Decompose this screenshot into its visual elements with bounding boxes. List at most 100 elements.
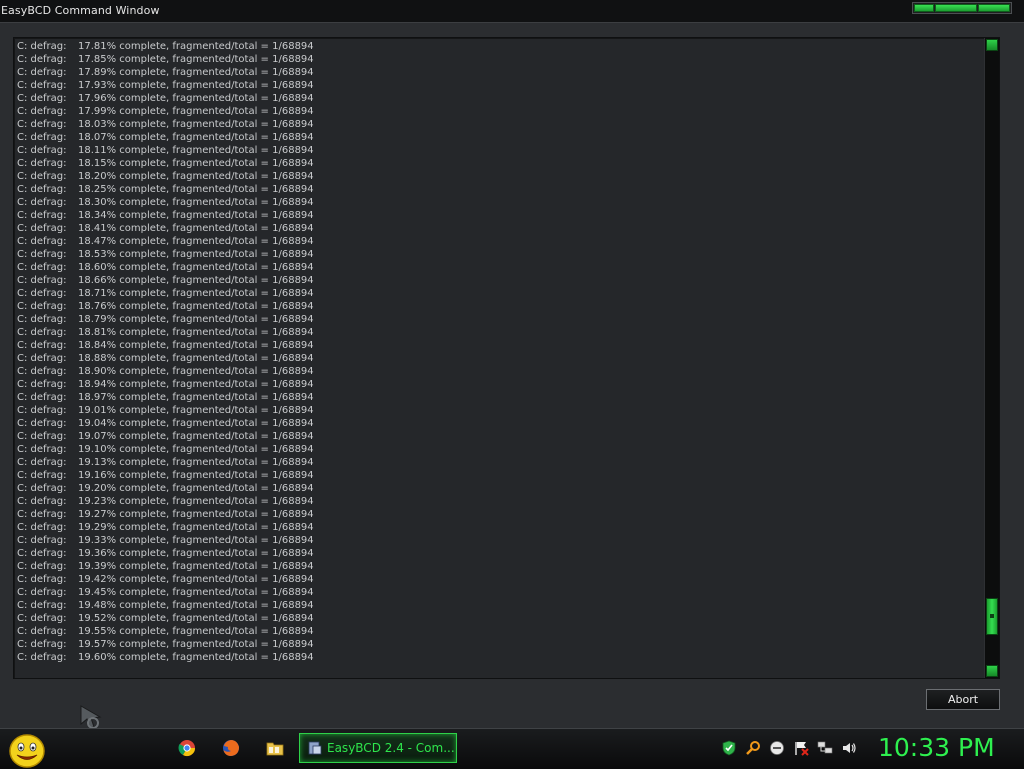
console-line: C: defrag: 18.71% complete, fragmented/to… <box>17 287 314 300</box>
scroll-thumb[interactable] <box>986 598 998 636</box>
vertical-scrollbar[interactable] <box>984 38 999 678</box>
console-line-text: 19.27% complete, fragmented/total = 1/68… <box>78 509 314 520</box>
minimize-button[interactable] <box>914 4 934 12</box>
console-line-text: 19.16% complete, fragmented/total = 1/68… <box>78 470 314 481</box>
console-lines: C: defrag: 17.81% complete, fragmented/to… <box>17 40 314 664</box>
console-line-text: 19.13% complete, fragmented/total = 1/68… <box>78 457 314 468</box>
taskbar: EasyBCD 2.4 - Com... 10:33 PM <box>0 728 1024 769</box>
window-title: EasyBCD Command Window <box>1 4 160 17</box>
console-line-text: 18.84% complete, fragmented/total = 1/68… <box>78 340 314 351</box>
title-bar[interactable]: EasyBCD Command Window <box>0 0 1024 23</box>
scroll-up-button[interactable] <box>986 39 998 51</box>
clock[interactable]: 10:33 PM <box>878 733 995 762</box>
shield-icon[interactable] <box>721 740 737 756</box>
console-line-text: 19.04% complete, fragmented/total = 1/68… <box>78 418 314 429</box>
firefox-icon[interactable] <box>222 739 240 757</box>
console-line: C: defrag: 18.76% complete, fragmented/to… <box>17 300 314 313</box>
maximize-button[interactable] <box>935 4 977 12</box>
console-line-drive: C: defrag: <box>17 106 67 117</box>
console-line-drive: C: defrag: <box>17 379 67 390</box>
console-line: C: defrag: 19.60% complete, fragmented/to… <box>17 651 314 664</box>
console-line-text: 19.60% complete, fragmented/total = 1/68… <box>78 652 314 663</box>
console-line: C: defrag: 18.41% complete, fragmented/to… <box>17 222 314 235</box>
console-line-text: 18.03% complete, fragmented/total = 1/68… <box>78 119 314 130</box>
console-line-drive: C: defrag: <box>17 80 67 91</box>
console-line-text: 18.97% complete, fragmented/total = 1/68… <box>78 392 314 403</box>
console-line: C: defrag: 18.34% complete, fragmented/to… <box>17 209 314 222</box>
close-button[interactable] <box>978 4 1010 12</box>
console-line-drive: C: defrag: <box>17 496 67 507</box>
console-line-drive: C: defrag: <box>17 548 67 559</box>
console-line-drive: C: defrag: <box>17 314 67 325</box>
console-line: C: defrag: 19.23% complete, fragmented/to… <box>17 495 314 508</box>
console-line-drive: C: defrag: <box>17 392 67 403</box>
console-line: C: defrag: 19.20% complete, fragmented/to… <box>17 482 314 495</box>
console-line-drive: C: defrag: <box>17 509 67 520</box>
console-line-drive: C: defrag: <box>17 587 67 598</box>
console-line: C: defrag: 19.01% complete, fragmented/to… <box>17 404 314 417</box>
console-line-drive: C: defrag: <box>17 288 67 299</box>
scroll-down-button[interactable] <box>986 665 998 677</box>
console-line-drive: C: defrag: <box>17 574 67 585</box>
console-line: C: defrag: 17.81% complete, fragmented/to… <box>17 40 314 53</box>
console-line: C: defrag: 19.45% complete, fragmented/to… <box>17 586 314 599</box>
console-line-drive: C: defrag: <box>17 652 67 663</box>
chrome-icon[interactable] <box>178 739 196 757</box>
console-line-drive: C: defrag: <box>17 483 67 494</box>
taskbar-button-easybcd[interactable]: EasyBCD 2.4 - Com... <box>299 733 457 763</box>
console-line-drive: C: defrag: <box>17 470 67 481</box>
console-line: C: defrag: 19.10% complete, fragmented/to… <box>17 443 314 456</box>
folder-icon[interactable] <box>266 739 284 757</box>
console-line-text: 18.53% complete, fragmented/total = 1/68… <box>78 249 314 260</box>
smiley-start-icon[interactable] <box>8 732 46 768</box>
console-line-text: 18.90% complete, fragmented/total = 1/68… <box>78 366 314 377</box>
console-line-drive: C: defrag: <box>17 561 67 572</box>
messenger-icon[interactable] <box>769 740 785 756</box>
console-line-drive: C: defrag: <box>17 184 67 195</box>
console-line-text: 19.52% complete, fragmented/total = 1/68… <box>78 613 314 624</box>
flag-icon[interactable] <box>793 740 809 756</box>
magnifier-icon[interactable] <box>745 740 761 756</box>
console-line-drive: C: defrag: <box>17 457 67 468</box>
console-line: C: defrag: 19.57% complete, fragmented/to… <box>17 638 314 651</box>
console-line: C: defrag: 19.13% complete, fragmented/to… <box>17 456 314 469</box>
console-output[interactable]: C: defrag: 17.81% complete, fragmented/to… <box>13 37 1000 679</box>
console-line-drive: C: defrag: <box>17 613 67 624</box>
console-line-text: 19.33% complete, fragmented/total = 1/68… <box>78 535 314 546</box>
console-line-drive: C: defrag: <box>17 327 67 338</box>
volume-icon[interactable] <box>841 740 857 756</box>
console-line-text: 19.23% complete, fragmented/total = 1/68… <box>78 496 314 507</box>
console-line-drive: C: defrag: <box>17 444 67 455</box>
console-line: C: defrag: 19.16% complete, fragmented/to… <box>17 469 314 482</box>
console-line-text: 17.85% complete, fragmented/total = 1/68… <box>78 54 314 65</box>
easybcd-icon <box>308 741 322 755</box>
console-line: C: defrag: 19.36% complete, fragmented/to… <box>17 547 314 560</box>
console-line-text: 19.45% complete, fragmented/total = 1/68… <box>78 587 314 598</box>
network-icon[interactable] <box>817 740 833 756</box>
console-line: C: defrag: 18.88% complete, fragmented/to… <box>17 352 314 365</box>
abort-button[interactable]: Abort <box>926 689 1000 710</box>
console-line-text: 19.36% complete, fragmented/total = 1/68… <box>78 548 314 559</box>
console-line-text: 18.71% complete, fragmented/total = 1/68… <box>78 288 314 299</box>
console-line: C: defrag: 18.94% complete, fragmented/to… <box>17 378 314 391</box>
console-line-drive: C: defrag: <box>17 223 67 234</box>
console-line: C: defrag: 18.66% complete, fragmented/to… <box>17 274 314 287</box>
console-line-text: 18.11% complete, fragmented/total = 1/68… <box>78 145 314 156</box>
console-line-text: 18.66% complete, fragmented/total = 1/68… <box>78 275 314 286</box>
console-line-drive: C: defrag: <box>17 236 67 247</box>
console-line: C: defrag: 17.93% complete, fragmented/to… <box>17 79 314 92</box>
console-line: C: defrag: 18.47% complete, fragmented/to… <box>17 235 314 248</box>
console-line-text: 19.10% complete, fragmented/total = 1/68… <box>78 444 314 455</box>
console-line: C: defrag: 19.27% complete, fragmented/to… <box>17 508 314 521</box>
console-line: C: defrag: 19.29% complete, fragmented/to… <box>17 521 314 534</box>
console-line-text: 19.20% complete, fragmented/total = 1/68… <box>78 483 314 494</box>
console-line: C: defrag: 18.53% complete, fragmented/to… <box>17 248 314 261</box>
console-line-drive: C: defrag: <box>17 54 67 65</box>
console-line-text: 19.39% complete, fragmented/total = 1/68… <box>78 561 314 572</box>
console-line: C: defrag: 19.39% complete, fragmented/to… <box>17 560 314 573</box>
console-line: C: defrag: 18.07% complete, fragmented/to… <box>17 131 314 144</box>
window-controls <box>912 2 1012 14</box>
console-line-drive: C: defrag: <box>17 405 67 416</box>
console-line-drive: C: defrag: <box>17 197 67 208</box>
console-line-text: 19.01% complete, fragmented/total = 1/68… <box>78 405 314 416</box>
